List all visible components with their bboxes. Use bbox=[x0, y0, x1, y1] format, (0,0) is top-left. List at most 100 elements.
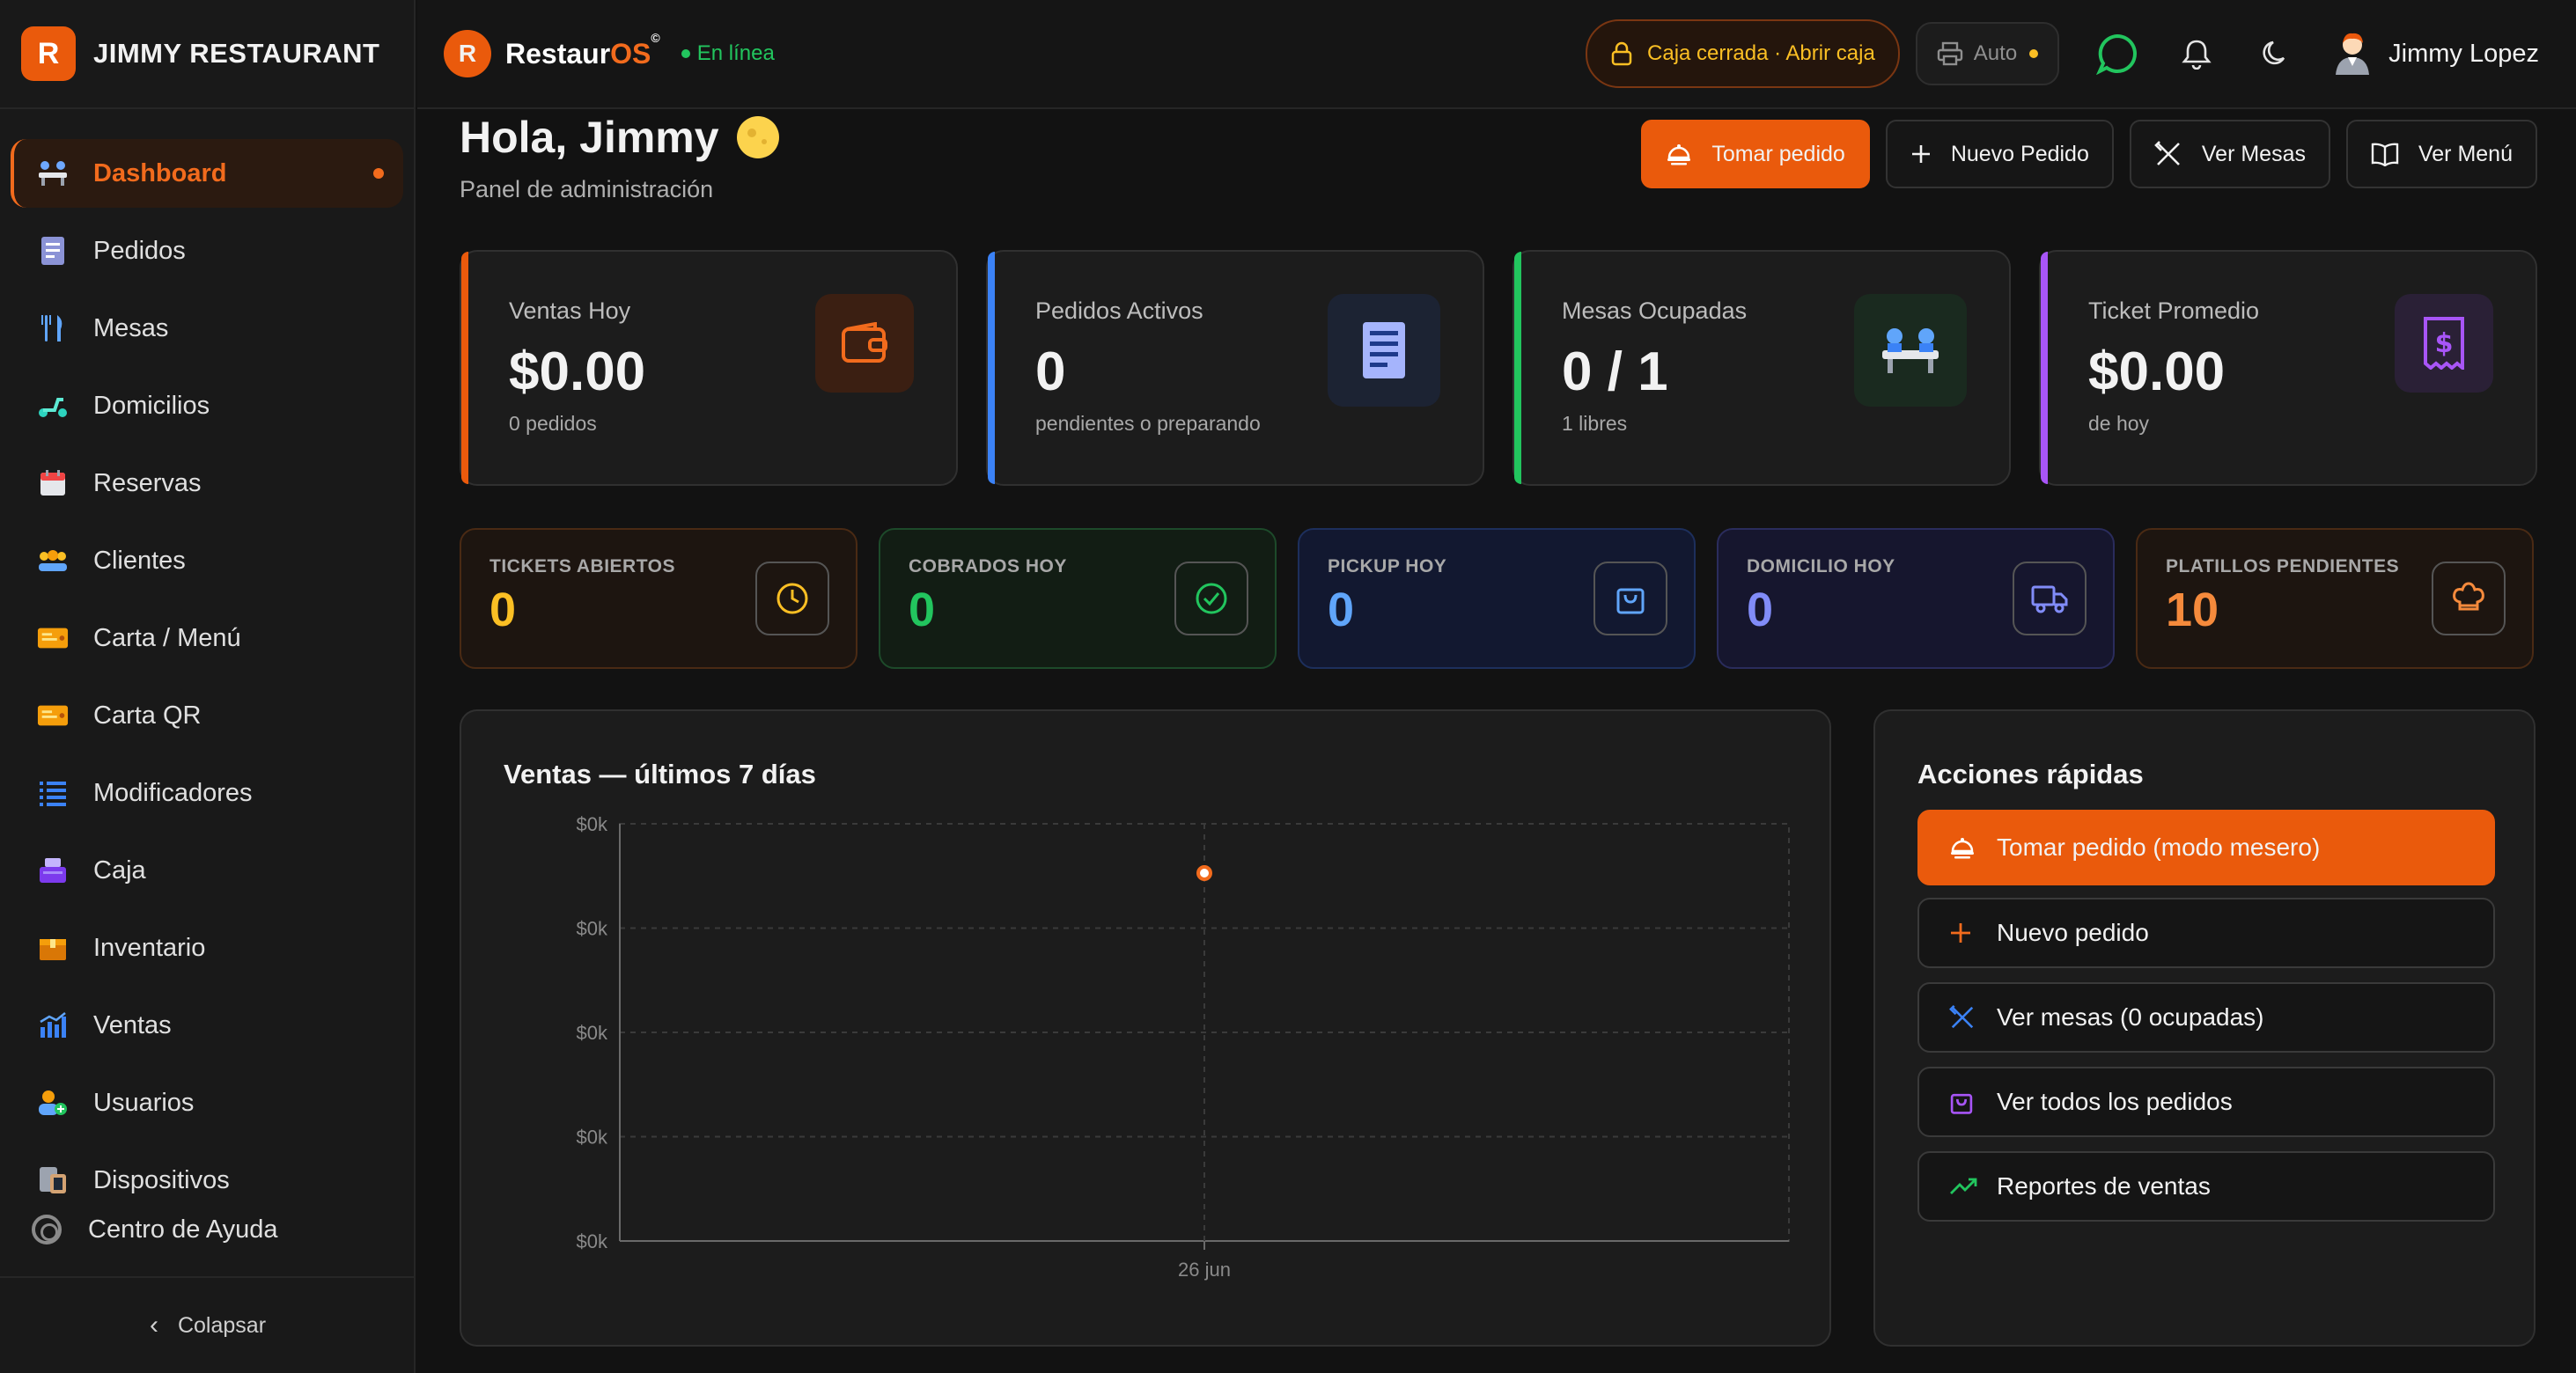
mini-card-paid-today[interactable]: COBRADOS HOY 0 bbox=[879, 528, 1277, 669]
clock-icon bbox=[755, 562, 829, 635]
quick-view-orders-button[interactable]: Ver todos los pedidos bbox=[1917, 1067, 2495, 1137]
take-order-button[interactable]: Tomar pedido bbox=[1641, 120, 1870, 188]
sidebar-item-clientes[interactable]: Clientes bbox=[11, 526, 403, 595]
sidebar-item-label: Usuarios bbox=[93, 1088, 195, 1117]
online-status-label: En línea bbox=[696, 41, 775, 65]
app-name-accent: OS bbox=[610, 37, 651, 70]
ticket-icon bbox=[37, 700, 69, 731]
sidebar: R JIMMY RESTAURANT Dashboard Pedidos Mes… bbox=[0, 0, 416, 1373]
y-tick-label: $0k bbox=[577, 1127, 608, 1149]
book-open-icon bbox=[2371, 142, 2399, 166]
stat-card-occupied-tables[interactable]: Mesas Ocupadas 0 / 1 1 libres bbox=[1512, 250, 2011, 486]
sidebar-item-carta-menu[interactable]: Carta / Menú bbox=[11, 604, 403, 672]
plus-icon bbox=[1910, 143, 1932, 165]
truck-icon bbox=[2013, 562, 2087, 635]
sidebar-item-label: Dispositivos bbox=[93, 1165, 230, 1194]
stat-sub: de hoy bbox=[2088, 412, 2150, 435]
printer-mode-button[interactable]: Auto bbox=[1915, 22, 2060, 85]
y-tick-label: $0k bbox=[577, 813, 608, 835]
sidebar-item-label: Carta / Menú bbox=[93, 623, 241, 652]
quick-new-order-button[interactable]: Nuevo pedido bbox=[1917, 898, 2495, 968]
accent-bar bbox=[988, 252, 995, 484]
sidebar-item-caja[interactable]: Caja bbox=[11, 836, 403, 905]
quick-action-label: Ver todos los pedidos bbox=[1997, 1088, 2233, 1115]
waiter-icon bbox=[1666, 142, 1692, 166]
mini-card-open-tickets[interactable]: TICKETS ABIERTOS 0 bbox=[460, 528, 857, 669]
utensils-crossed-icon bbox=[1949, 1004, 1979, 1031]
sidebar-item-modificadores[interactable]: Modificadores bbox=[11, 759, 403, 827]
mini-card-pending-dishes[interactable]: PLATILLOS PENDIENTES 10 bbox=[2136, 528, 2534, 669]
mini-card-delivery-today[interactable]: DOMICILIO HOY 0 bbox=[1717, 528, 2115, 669]
quick-actions-list: Tomar pedido (modo mesero) Nuevo pedido … bbox=[1917, 810, 2495, 1236]
avatar bbox=[2336, 33, 2370, 75]
sidebar-item-dashboard[interactable]: Dashboard bbox=[11, 139, 403, 208]
collapse-sidebar-button[interactable]: ‹ Colapsar bbox=[0, 1276, 416, 1373]
chevron-left-icon: ‹ bbox=[149, 1311, 158, 1340]
moon-icon bbox=[2263, 40, 2285, 65]
trending-up-icon bbox=[1949, 1176, 1979, 1197]
stat-card-active-orders[interactable]: Pedidos Activos 0 pendientes o preparand… bbox=[986, 250, 1484, 486]
quick-action-label: Ver mesas (0 ocupadas) bbox=[1997, 1003, 2264, 1031]
sidebar-item-reservas[interactable]: Reservas bbox=[11, 449, 403, 518]
brand-logo: R bbox=[21, 26, 76, 81]
view-menu-label: Ver Menú bbox=[2418, 141, 2513, 166]
sidebar-item-ventas[interactable]: Ventas bbox=[11, 991, 403, 1060]
sidebar-item-label: Carta QR bbox=[93, 701, 202, 730]
sidebar-item-dispositivos[interactable]: Dispositivos bbox=[11, 1146, 403, 1215]
sidebar-nav: Dashboard Pedidos Mesas Domicilios Reser… bbox=[0, 109, 414, 1215]
waiter-icon bbox=[1949, 835, 1979, 860]
printer-status-dot bbox=[2029, 49, 2039, 58]
people-icon bbox=[37, 545, 69, 576]
quick-view-tables-button[interactable]: Ver mesas (0 ocupadas) bbox=[1917, 982, 2495, 1053]
open-cash-register-button[interactable]: Caja cerrada · Abrir caja bbox=[1586, 19, 1900, 88]
sales-chart-panel: Ventas — últimos 7 días $0k $0k $0k $0k $0k 2… bbox=[460, 709, 1831, 1347]
plus-icon bbox=[1949, 921, 1979, 944]
collapse-label: Colapsar bbox=[177, 1312, 267, 1338]
quick-sales-reports-button[interactable]: Reportes de ventas bbox=[1917, 1151, 2495, 1222]
notifications-button[interactable] bbox=[2175, 33, 2218, 75]
utensils-crossed-icon bbox=[2154, 140, 2182, 168]
stat-sub: 1 libres bbox=[1562, 412, 1628, 435]
app-logo: R bbox=[444, 30, 491, 77]
cash-register-icon bbox=[37, 855, 69, 886]
y-tick-label: $0k bbox=[577, 1022, 608, 1044]
user-menu[interactable]: Jimmy Lopez bbox=[2332, 31, 2539, 77]
page-subtitle: Panel de administración bbox=[460, 176, 714, 202]
stat-card-sales-today[interactable]: Ventas Hoy $0.00 0 pedidos bbox=[460, 250, 958, 486]
data-point bbox=[1196, 865, 1212, 881]
view-tables-button[interactable]: Ver Mesas bbox=[2129, 120, 2330, 188]
accent-bar bbox=[1514, 252, 1521, 484]
people-table-icon bbox=[1854, 294, 1967, 407]
sidebar-item-usuarios[interactable]: Usuarios bbox=[11, 1068, 403, 1137]
new-order-button[interactable]: Nuevo Pedido bbox=[1885, 120, 2114, 188]
theme-toggle-button[interactable] bbox=[2255, 33, 2297, 75]
shopping-bag-icon bbox=[1949, 1088, 1979, 1116]
view-menu-button[interactable]: Ver Menú bbox=[2345, 120, 2537, 188]
sidebar-item-carta-qr[interactable]: Carta QR bbox=[11, 681, 403, 750]
stat-card-average-ticket[interactable]: Ticket Promedio $0.00 de hoy $ bbox=[2039, 250, 2537, 486]
sidebar-item-pedidos[interactable]: Pedidos bbox=[11, 217, 403, 285]
receipt-icon bbox=[37, 235, 69, 267]
app-name-main: Restaur bbox=[505, 37, 611, 70]
take-order-label: Tomar pedido bbox=[1711, 141, 1845, 166]
whatsapp-button[interactable] bbox=[2096, 33, 2138, 75]
stat-sub: 0 pedidos bbox=[509, 412, 597, 435]
y-tick-label: $0k bbox=[577, 1230, 608, 1252]
mini-card-pickup-today[interactable]: PICKUP HOY 0 bbox=[1298, 528, 1696, 669]
accent-bar bbox=[2041, 252, 2048, 484]
sidebar-item-mesas[interactable]: Mesas bbox=[11, 294, 403, 363]
help-center-link[interactable]: Centro de Ayuda bbox=[32, 1215, 278, 1245]
sidebar-item-domicilios[interactable]: Domicilios bbox=[11, 371, 403, 440]
sidebar-item-inventario[interactable]: Inventario bbox=[11, 914, 403, 982]
sidebar-item-label: Domicilios bbox=[93, 391, 210, 420]
sidebar-brand[interactable]: R JIMMY RESTAURANT bbox=[0, 0, 414, 109]
sidebar-item-label: Clientes bbox=[93, 546, 186, 575]
quick-action-label: Tomar pedido (modo mesero) bbox=[1997, 833, 2321, 861]
bar-chart-icon bbox=[37, 1010, 69, 1041]
ticket-icon bbox=[37, 622, 69, 654]
active-indicator bbox=[373, 168, 384, 179]
whatsapp-icon bbox=[2096, 33, 2138, 75]
user-name: Jimmy Lopez bbox=[2388, 39, 2539, 68]
printer-icon bbox=[1937, 41, 1962, 66]
quick-take-order-button[interactable]: Tomar pedido (modo mesero) bbox=[1917, 810, 2495, 885]
